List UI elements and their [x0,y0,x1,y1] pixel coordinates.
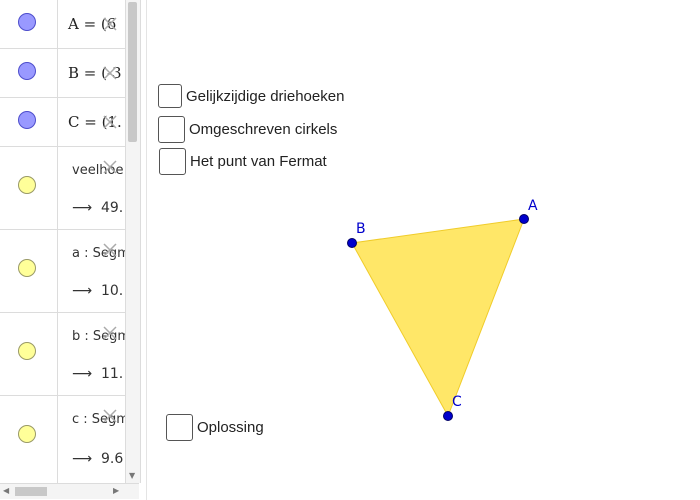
checkbox-solution[interactable]: Oplossing [166,414,264,441]
point-b[interactable] [347,238,357,248]
checkbox-label: Het punt van Fermat [190,153,327,170]
checkbox-fermat-point[interactable]: Het punt van Fermat [159,148,327,175]
point-a-label: A [528,198,538,214]
checkbox-circumscribed-circles[interactable]: Omgeschreven cirkels [158,116,337,143]
checkbox-label: Gelijkzijdige driehoeken [186,87,345,105]
checkbox-label: Oplossing [197,419,264,436]
checkbox-box[interactable] [166,414,193,441]
checkbox-box[interactable] [159,148,186,175]
triangle-polygon[interactable] [351,218,525,418]
checkbox-label: Omgeschreven cirkels [189,121,338,138]
checkbox-box[interactable] [158,84,182,108]
checkbox-box[interactable] [158,116,185,143]
checkbox-equilateral-triangles[interactable]: Gelijkzijdige driehoeken [158,84,344,108]
point-a[interactable] [519,214,529,224]
point-c-label: C [452,394,462,410]
point-b-label: B [356,221,366,237]
graphics-view[interactable]: A B C [0,0,700,500]
point-c[interactable] [443,411,453,421]
